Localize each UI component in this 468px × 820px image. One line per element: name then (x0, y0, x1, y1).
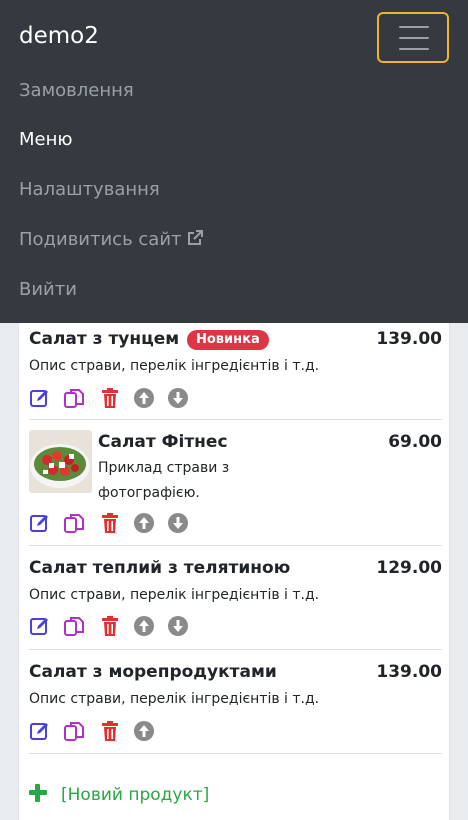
list-item: Салат з морепродуктами 139.00 Опис страв… (29, 660, 442, 746)
divider (29, 753, 442, 754)
copy-icon[interactable] (63, 387, 85, 409)
nav-item-settings[interactable]: Налаштування (19, 178, 160, 202)
copy-icon[interactable] (63, 512, 85, 534)
nav-item-view-site[interactable]: Подивитись сайт (19, 228, 204, 252)
external-link-icon (187, 230, 203, 245)
arrow-up-circle-icon[interactable] (133, 512, 155, 534)
brand[interactable]: demo2 (19, 20, 99, 52)
hamburger-icon (399, 26, 429, 28)
product-description: Опис страви, перелік інгредієнтів і т.д. (29, 587, 320, 603)
product-list: Салат з тунцем Новинка 139.00 Опис страв… (18, 323, 450, 820)
product-price: 139.00 (376, 329, 442, 349)
copy-icon[interactable] (63, 720, 85, 742)
arrow-up-circle-icon[interactable] (133, 615, 155, 637)
nav-item-view-site-label: Подивитись сайт (19, 229, 182, 250)
divider (29, 545, 442, 546)
arrow-down-circle-icon[interactable] (167, 512, 189, 534)
nav-item-menu[interactable]: Меню (19, 128, 73, 152)
product-price: 139.00 (376, 662, 442, 682)
navbar-toggler-button[interactable] (377, 12, 449, 63)
navbar: demo2 Замовлення Меню Налаштування Подив… (0, 0, 468, 323)
list-item: Салат з тунцем Новинка 139.00 Опис страв… (29, 327, 442, 415)
trash-icon[interactable] (99, 387, 121, 409)
divider (29, 419, 442, 420)
product-name: Салат теплий з телятиною (29, 558, 291, 578)
edit-icon[interactable] (29, 387, 51, 409)
edit-icon[interactable] (29, 720, 51, 742)
nav-item-logout[interactable]: Вийти (19, 278, 77, 302)
list-item: Салат теплий з телятиною 129.00 Опис стр… (29, 556, 442, 642)
list-item: Салат Фітнес 69.00 Приклад страви з фото… (29, 430, 442, 538)
edit-icon[interactable] (29, 615, 51, 637)
product-name: Салат з морепродуктами (29, 662, 277, 682)
product-photo (29, 430, 92, 493)
copy-icon[interactable] (63, 615, 85, 637)
arrow-down-circle-icon[interactable] (167, 615, 189, 637)
trash-icon[interactable] (99, 615, 121, 637)
trash-icon[interactable] (99, 720, 121, 742)
status-badge: Новинка (187, 330, 269, 350)
arrow-up-circle-icon[interactable] (133, 720, 155, 742)
plus-icon (29, 784, 47, 802)
add-product-button[interactable]: [Новий продукт] (29, 783, 209, 807)
product-name: Салат з тунцем (29, 329, 180, 349)
product-description: Опис страви, перелік інгредієнтів і т.д. (29, 358, 320, 374)
product-name: Салат Фітнес (98, 432, 228, 452)
edit-icon[interactable] (29, 512, 51, 534)
product-price: 69.00 (388, 432, 442, 452)
product-description-line-2: фотографією. (98, 485, 200, 501)
nav-item-orders[interactable]: Замовлення (19, 79, 134, 103)
arrow-up-circle-icon[interactable] (133, 387, 155, 409)
divider (29, 649, 442, 650)
product-price: 129.00 (376, 558, 442, 578)
trash-icon[interactable] (99, 512, 121, 534)
product-description: Опис страви, перелік інгредієнтів і т.д. (29, 691, 320, 707)
product-description-line-1: Приклад страви з (98, 460, 230, 476)
arrow-down-circle-icon[interactable] (167, 387, 189, 409)
add-product-label: [Новий продукт] (61, 785, 210, 805)
